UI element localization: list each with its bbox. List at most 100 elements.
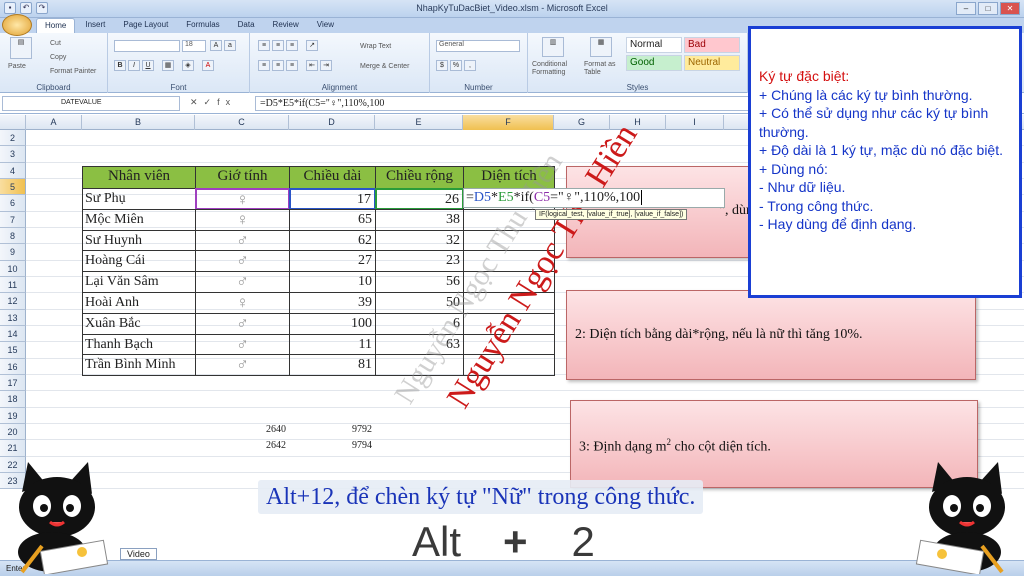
column-header[interactable]: I: [666, 115, 724, 130]
row-header[interactable]: 9: [0, 244, 26, 261]
row-header[interactable]: 13: [0, 309, 26, 326]
tab-review[interactable]: Review: [265, 18, 307, 33]
gender-cell[interactable]: ♂: [195, 271, 290, 293]
length-cell[interactable]: 39: [289, 292, 376, 314]
length-cell[interactable]: 27: [289, 250, 376, 273]
cell-c17[interactable]: 2640: [230, 424, 286, 435]
gender-cell[interactable]: ♀: [195, 208, 290, 231]
gender-cell[interactable]: ♂: [195, 312, 290, 335]
column-header[interactable]: E: [375, 115, 463, 130]
row-header[interactable]: 4: [0, 162, 26, 179]
font-color-icon[interactable]: A: [202, 60, 214, 71]
width-cell[interactable]: 32: [375, 229, 464, 252]
copy-button[interactable]: Copy: [50, 54, 66, 61]
row-header[interactable]: 18: [0, 391, 26, 408]
row-header[interactable]: 15: [0, 342, 26, 359]
length-cell[interactable]: 100: [289, 312, 376, 335]
align-center-icon[interactable]: ≡: [272, 60, 284, 71]
tab-formulas[interactable]: Formulas: [178, 18, 227, 33]
row-header[interactable]: 8: [0, 227, 26, 245]
tab-home[interactable]: Home: [36, 18, 76, 33]
width-cell[interactable]: 38: [375, 208, 464, 231]
column-header[interactable]: C: [195, 115, 289, 130]
employee-name-cell[interactable]: Thanh Bạch: [82, 333, 196, 356]
minimize-button[interactable]: –: [956, 2, 976, 15]
gender-cell[interactable]: ♀: [195, 188, 290, 210]
width-cell[interactable]: 23: [375, 250, 464, 273]
formula-input[interactable]: =D5*E5*if(C5="♀",110%,100: [255, 96, 755, 111]
row-header[interactable]: 19: [0, 407, 26, 424]
align-right-icon[interactable]: ≡: [286, 60, 298, 71]
row-header[interactable]: 7: [0, 211, 26, 228]
row-header[interactable]: 6: [0, 195, 26, 212]
fill-color-icon[interactable]: ◈: [182, 60, 194, 71]
length-header[interactable]: Chiều dài: [289, 166, 376, 189]
select-all-corner[interactable]: [0, 115, 26, 130]
percent-icon[interactable]: %: [450, 60, 462, 71]
row-header[interactable]: 5: [0, 178, 26, 196]
row-header[interactable]: 11: [0, 276, 26, 294]
format-painter-button[interactable]: Format Painter: [50, 68, 96, 75]
grow-font-icon[interactable]: A: [210, 40, 222, 51]
width-header[interactable]: Chiều rộng: [375, 166, 464, 189]
tab-page-layout[interactable]: Page Layout: [115, 18, 176, 33]
comma-icon[interactable]: ,: [464, 60, 476, 71]
align-left-icon[interactable]: ≡: [258, 60, 270, 71]
length-cell[interactable]: 62: [289, 229, 376, 252]
orientation-icon[interactable]: ↗: [306, 40, 318, 51]
gender-cell[interactable]: ♂: [195, 354, 290, 377]
gender-cell[interactable]: ♂: [195, 333, 290, 356]
style-neutral[interactable]: Neutral: [684, 55, 740, 71]
currency-icon[interactable]: $: [436, 60, 448, 71]
merge-center-button[interactable]: Merge & Center: [360, 63, 409, 70]
number-format-select[interactable]: General: [436, 40, 520, 52]
length-cell[interactable]: 81: [289, 354, 376, 377]
bold-button[interactable]: B: [114, 60, 126, 71]
gender-cell[interactable]: ♀: [195, 292, 290, 314]
formula-buttons[interactable]: ✕✓fx: [190, 97, 236, 108]
tab-insert[interactable]: Insert: [77, 18, 113, 33]
cell-d18[interactable]: 9794: [316, 440, 372, 451]
row-header[interactable]: 21: [0, 440, 26, 457]
increase-indent-icon[interactable]: ⇥: [320, 60, 332, 71]
employee-name-cell[interactable]: Xuân Bắc: [82, 312, 196, 335]
maximize-button[interactable]: □: [978, 2, 998, 15]
row-header[interactable]: 2: [0, 130, 26, 147]
italic-button[interactable]: I: [128, 60, 140, 71]
employee-name-cell[interactable]: Hoàng Cái: [82, 250, 196, 273]
name-box[interactable]: DATEVALUE: [2, 96, 180, 111]
length-cell[interactable]: 17: [289, 188, 376, 210]
cell-c18[interactable]: 2642: [230, 440, 286, 451]
tab-view[interactable]: View: [309, 18, 342, 33]
office-button[interactable]: [2, 14, 32, 36]
name-header[interactable]: Nhân viên: [82, 166, 196, 189]
employee-name-cell[interactable]: Hoài Anh: [82, 292, 196, 314]
align-bottom-icon[interactable]: ≡: [286, 40, 298, 51]
row-header[interactable]: 3: [0, 146, 26, 163]
length-cell[interactable]: 10: [289, 271, 376, 293]
shrink-font-icon[interactable]: a: [224, 40, 236, 51]
employee-name-cell[interactable]: Mộc Miên: [82, 208, 196, 231]
font-name-select[interactable]: [114, 40, 180, 52]
style-bad[interactable]: Bad: [684, 37, 740, 53]
tab-data[interactable]: Data: [230, 18, 263, 33]
borders-icon[interactable]: ▦: [162, 60, 174, 71]
employee-name-cell[interactable]: Sư Phụ: [82, 188, 196, 210]
row-header[interactable]: 20: [0, 423, 26, 441]
row-header[interactable]: 17: [0, 374, 26, 392]
paste-icon[interactable]: ▤: [10, 37, 32, 59]
row-header[interactable]: 12: [0, 293, 26, 310]
row-header[interactable]: 10: [0, 260, 26, 277]
cell-edit-formula[interactable]: =D5*E5*if(C5="♀",110%,100: [463, 188, 725, 208]
column-header[interactable]: A: [26, 115, 82, 130]
column-header-selected[interactable]: F: [463, 115, 554, 130]
sheet-tab[interactable]: Video: [120, 548, 157, 560]
cell-d17[interactable]: 9792: [316, 424, 372, 435]
wrap-text-button[interactable]: Wrap Text: [360, 43, 391, 50]
font-size-select[interactable]: 18: [182, 40, 206, 52]
align-top-icon[interactable]: ≡: [258, 40, 270, 51]
employee-name-cell[interactable]: Trần Bình Minh: [82, 354, 196, 377]
format-as-table-button[interactable]: Format as Table: [584, 61, 624, 77]
format-as-table-icon[interactable]: ▦: [590, 37, 612, 57]
gender-cell[interactable]: ♂: [195, 250, 290, 273]
